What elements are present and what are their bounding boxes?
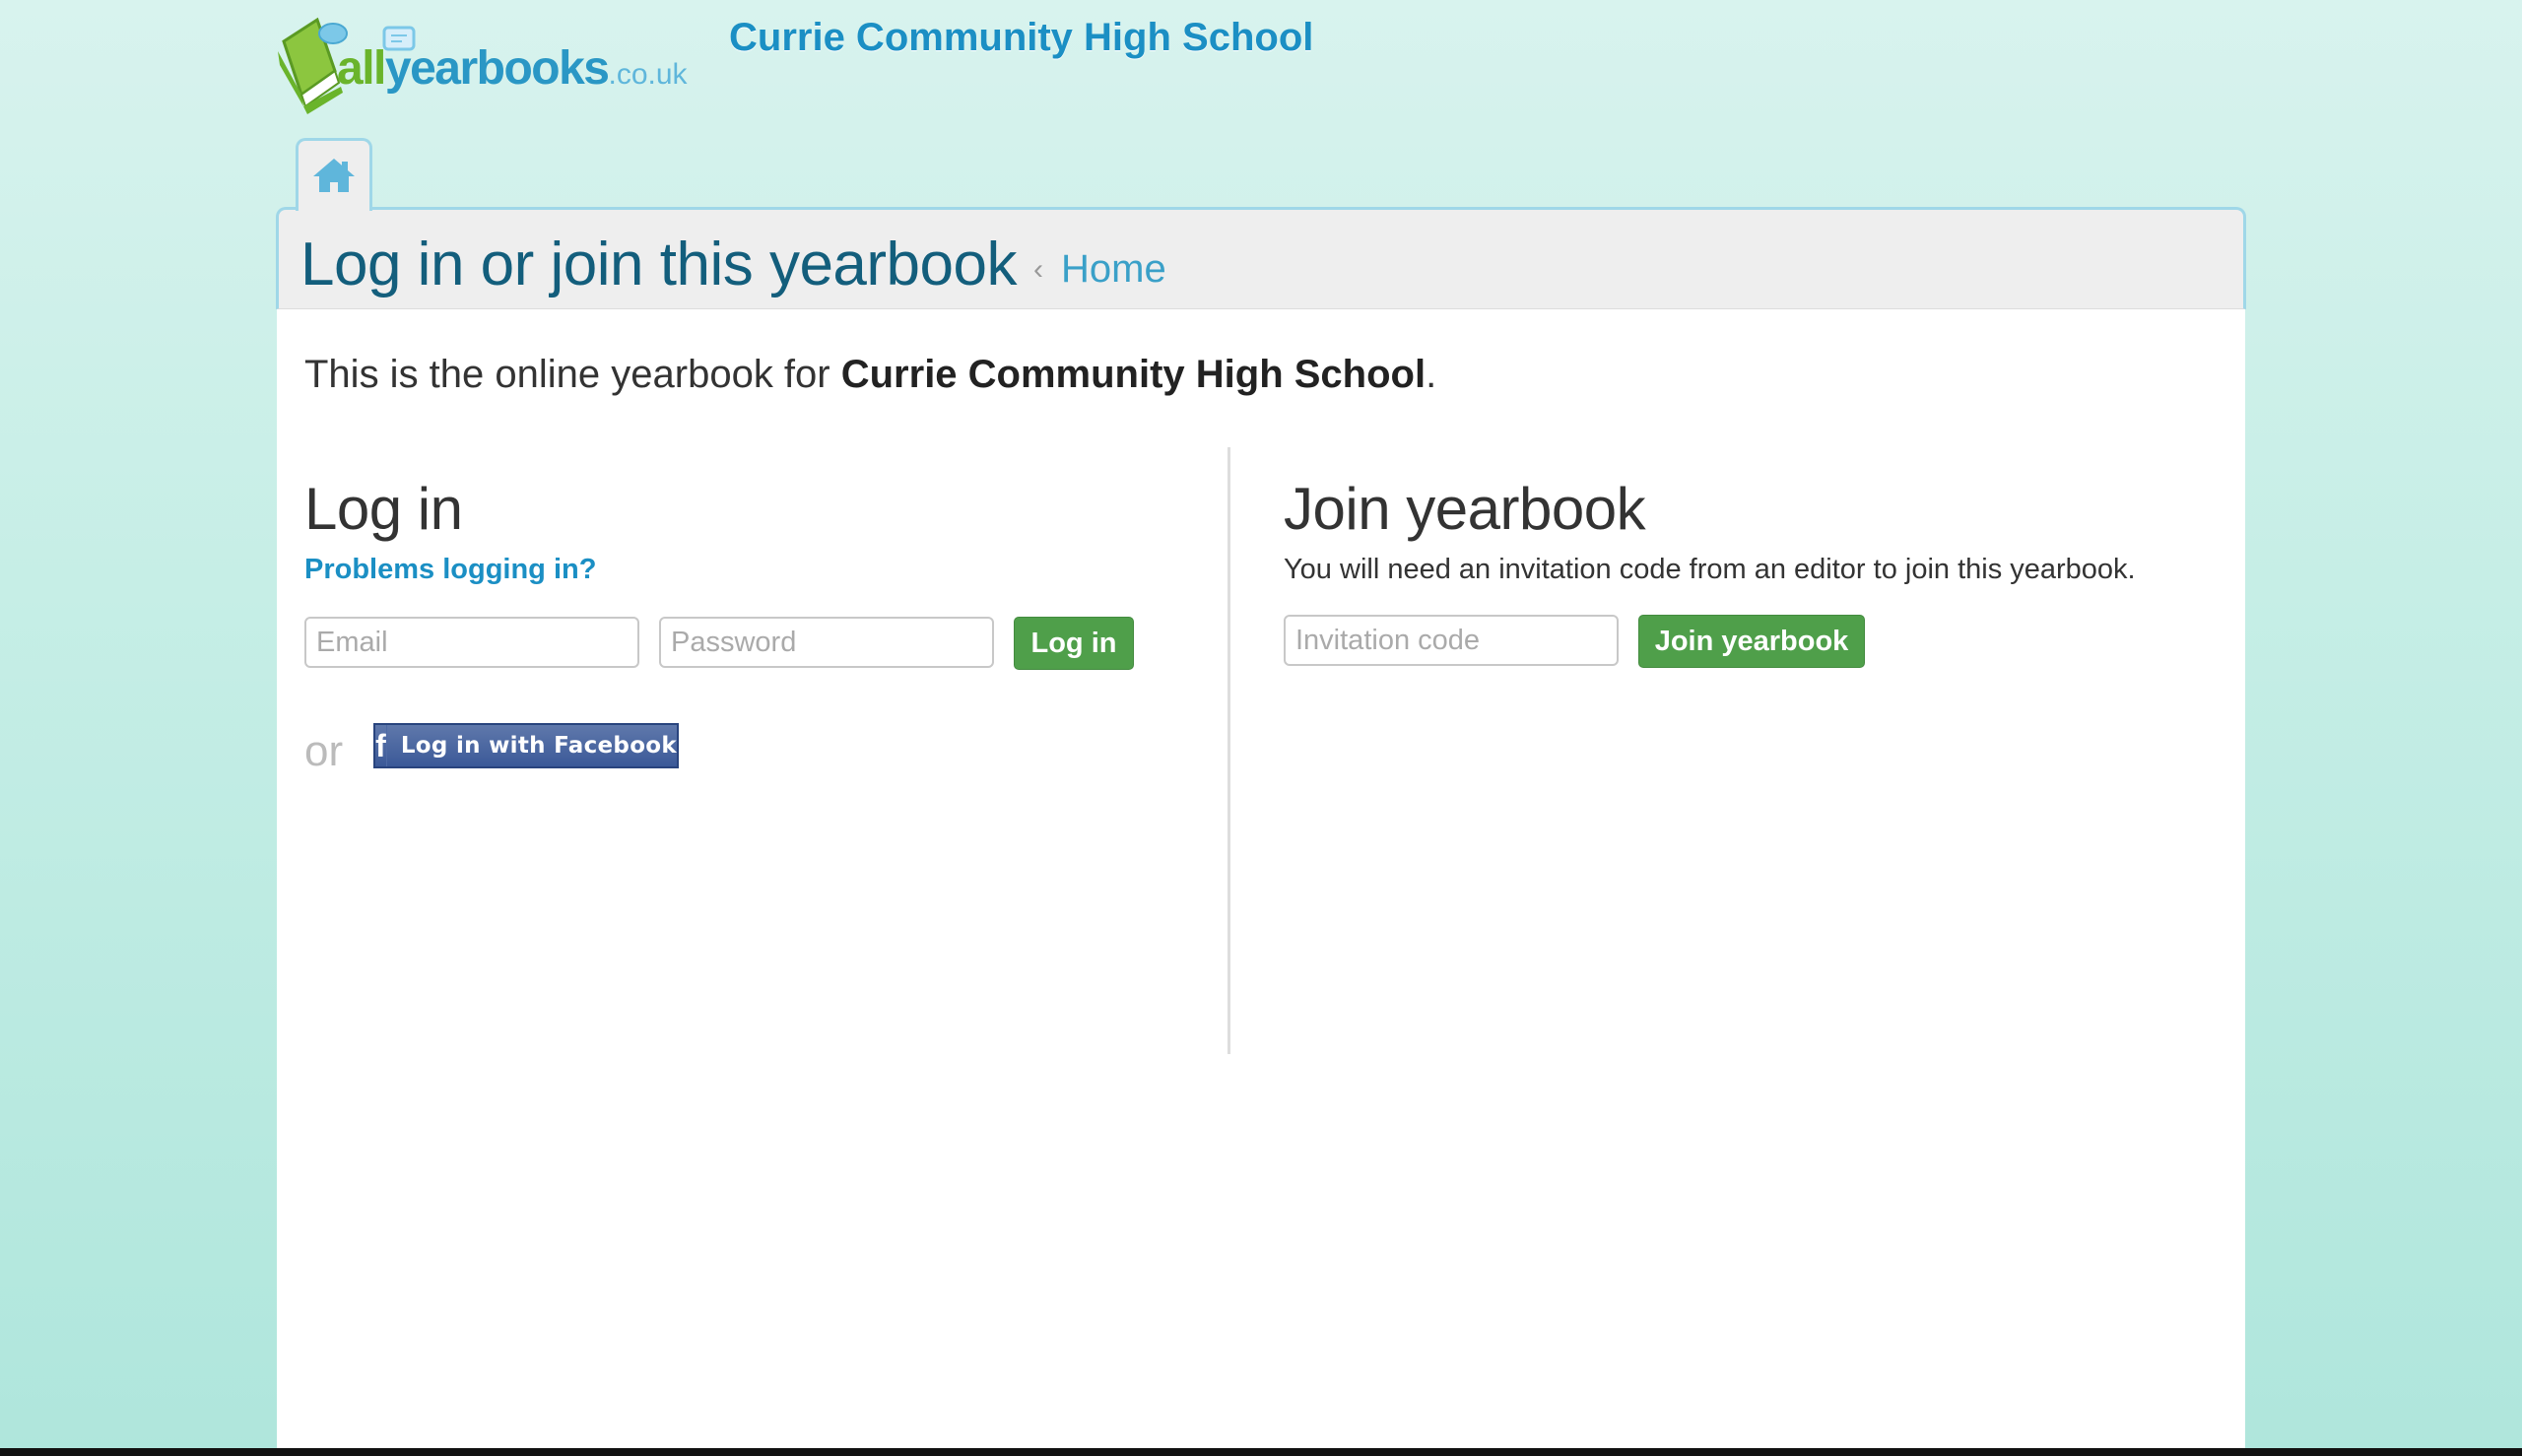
join-description: You will need an invitation code from an… bbox=[1284, 554, 2136, 585]
bottom-edge bbox=[0, 1448, 2522, 1456]
logo-wordmark: allyearbooks.co.uk bbox=[337, 42, 688, 95]
or-separator: or bbox=[304, 727, 344, 775]
allyearbooks-logo[interactable]: allyearbooks.co.uk bbox=[274, 12, 688, 114]
login-heading: Log in bbox=[304, 476, 463, 542]
breadcrumb-separator: ‹ bbox=[1033, 252, 1043, 286]
column-divider bbox=[1228, 447, 1230, 1054]
main-panel: This is the online yearbook for Currie C… bbox=[277, 309, 2245, 1448]
join-yearbook-button[interactable]: Join yearbook bbox=[1638, 615, 1865, 668]
problems-logging-in-link[interactable]: Problems logging in? bbox=[304, 554, 596, 586]
facebook-login-button[interactable]: f Log in with Facebook bbox=[373, 723, 679, 768]
password-field[interactable] bbox=[659, 617, 994, 668]
facebook-icon: f bbox=[375, 725, 387, 766]
intro-school-name: Currie Community High School bbox=[840, 353, 1427, 396]
intro-text: This is the online yearbook for Currie C… bbox=[304, 353, 1436, 397]
home-icon bbox=[313, 159, 355, 192]
intro-prefix: This is the online yearbook for bbox=[304, 353, 841, 396]
school-title: Currie Community High School bbox=[729, 16, 1314, 59]
email-field[interactable] bbox=[304, 617, 639, 668]
login-button[interactable]: Log in bbox=[1014, 617, 1134, 670]
invitation-code-field[interactable] bbox=[1284, 615, 1619, 666]
breadcrumb-home-link[interactable]: Home bbox=[1061, 247, 1166, 292]
page-header: Log in or join this yearbook ‹ Home bbox=[276, 207, 2246, 309]
breadcrumb: ‹ Home bbox=[1033, 247, 1166, 292]
join-heading: Join yearbook bbox=[1284, 476, 1646, 542]
facebook-login-label: Log in with Facebook bbox=[400, 733, 677, 759]
tab-home[interactable] bbox=[296, 138, 372, 211]
intro-suffix: . bbox=[1426, 353, 1437, 396]
page-title: Log in or join this yearbook bbox=[300, 231, 1018, 298]
